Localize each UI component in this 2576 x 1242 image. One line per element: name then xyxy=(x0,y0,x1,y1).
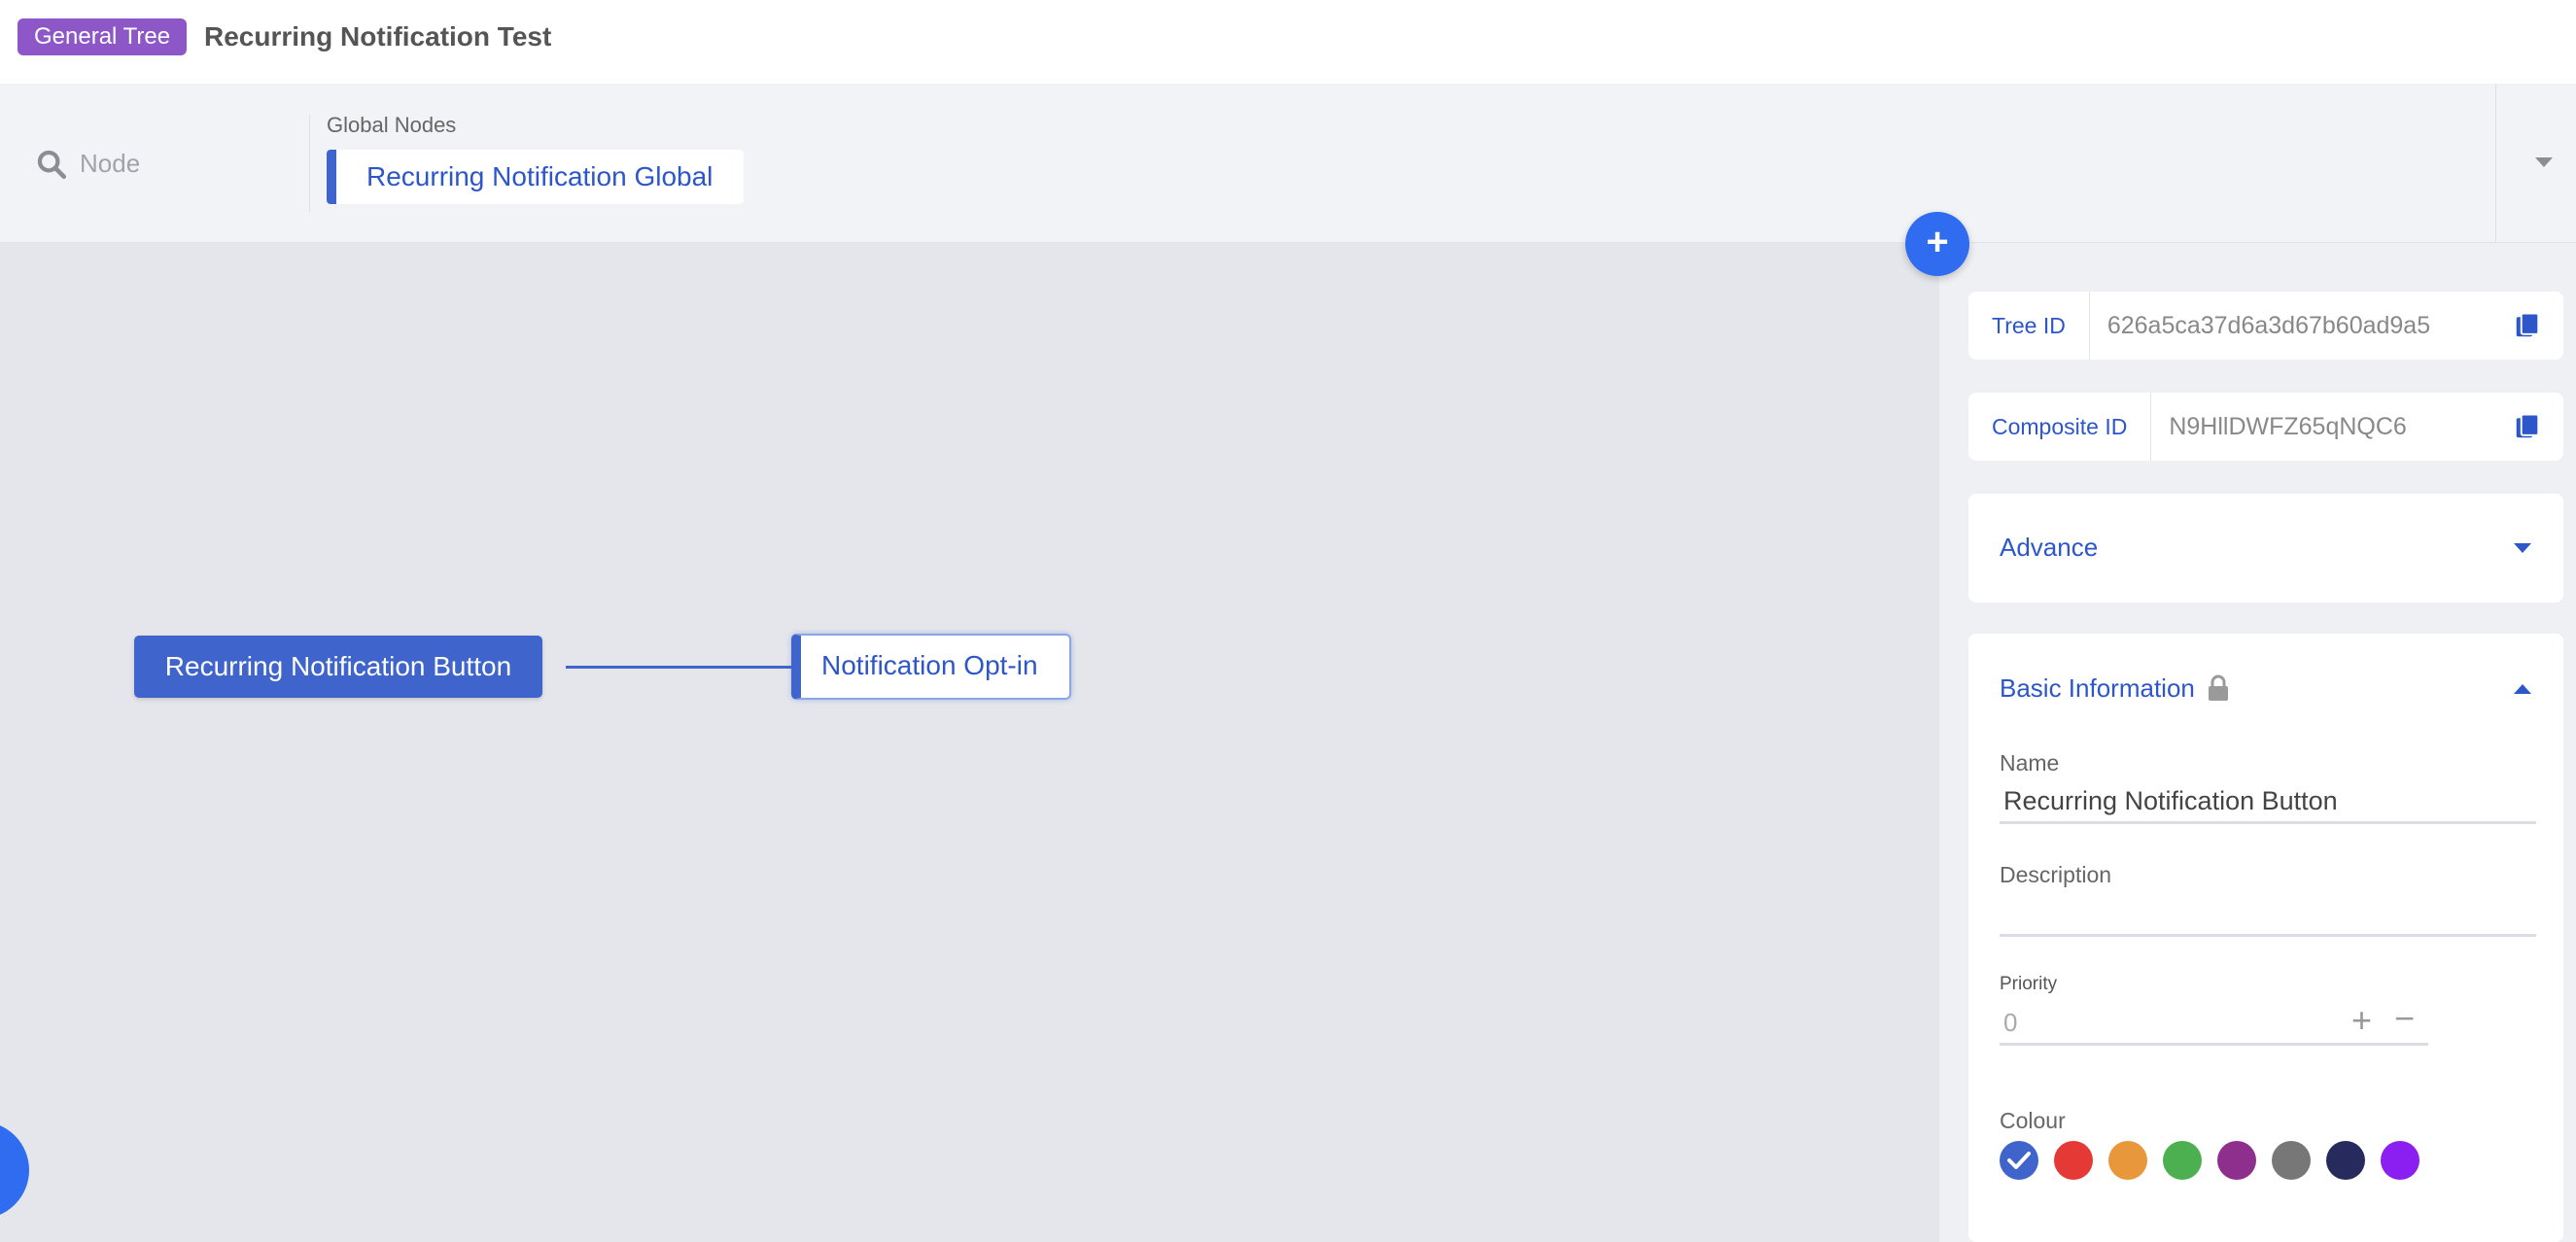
colour-swatch[interactable] xyxy=(2326,1141,2365,1180)
tree-id-field: Tree ID 626a5ca37d6a3d67b60ad9a5 xyxy=(1968,292,2563,360)
advance-section[interactable]: Advance xyxy=(1968,494,2563,603)
chevron-up-icon[interactable] xyxy=(2514,684,2531,694)
colour-swatch[interactable] xyxy=(2000,1141,2038,1180)
tree-canvas[interactable]: Recurring Notification Button Notificati… xyxy=(0,243,1939,1242)
colour-swatch[interactable] xyxy=(2054,1141,2093,1180)
tree-type-badge: General Tree xyxy=(17,18,188,55)
chevron-down-icon[interactable] xyxy=(2514,543,2531,553)
node-toolbar: Global Nodes Recurring Notification Glob… xyxy=(0,84,2576,243)
tree-id-value: 626a5ca37d6a3d67b60ad9a5 xyxy=(2106,311,2431,339)
copy-icon[interactable] xyxy=(2513,412,2542,441)
colour-picker xyxy=(2000,1141,2419,1180)
divider xyxy=(2495,84,2496,243)
colour-swatch[interactable] xyxy=(2163,1141,2202,1180)
description-label: Description xyxy=(2000,862,2112,887)
node-connector xyxy=(566,666,793,669)
colour-label: Colour xyxy=(2000,1108,2066,1133)
tree-title: Recurring Notification Test xyxy=(204,21,552,52)
lock-icon xyxy=(2209,674,2228,701)
priority-label: Priority xyxy=(2000,974,2058,994)
name-field[interactable] xyxy=(2000,781,2536,824)
node-search-input[interactable] xyxy=(80,144,294,183)
colour-swatch[interactable] xyxy=(2381,1141,2419,1180)
tree-node-root[interactable]: Recurring Notification Button xyxy=(134,636,542,698)
composite-id-value: N9HllDWFZ65qNQC6 xyxy=(2169,412,2407,440)
corner-action-button[interactable] xyxy=(0,1121,29,1219)
composite-id-field: Composite ID N9HllDWFZ65qNQC6 xyxy=(1968,393,2563,461)
checkmark-icon xyxy=(2007,1152,2031,1169)
copy-icon[interactable] xyxy=(2513,311,2542,340)
tree-node-child[interactable]: Notification Opt-in xyxy=(791,634,1071,700)
global-node-item[interactable]: Recurring Notification Global xyxy=(327,150,745,204)
search-icon xyxy=(37,150,67,180)
priority-increment-button[interactable]: + xyxy=(2351,1003,2372,1038)
advance-title: Advance xyxy=(2000,533,2099,562)
colour-swatch[interactable] xyxy=(2108,1141,2147,1180)
description-field[interactable] xyxy=(2000,894,2536,937)
caret-down-icon[interactable] xyxy=(2535,157,2553,167)
tree-id-label: Tree ID xyxy=(1968,292,2090,360)
priority-decrement-button[interactable]: − xyxy=(2394,1001,2415,1036)
colour-swatch[interactable] xyxy=(2217,1141,2256,1180)
basic-information-section: Basic Information Name Description Prior… xyxy=(1968,634,2563,1242)
divider xyxy=(309,115,310,212)
top-header: General Tree Recurring Notification Test xyxy=(0,0,2576,84)
basic-information-title: Basic Information xyxy=(2000,673,2195,703)
properties-panel: Tree ID 626a5ca37d6a3d67b60ad9a5 Composi… xyxy=(1939,243,2576,1242)
add-node-button[interactable]: + xyxy=(1905,212,1969,276)
composite-id-label: Composite ID xyxy=(1968,393,2152,461)
name-label: Name xyxy=(2000,750,2060,776)
colour-swatch[interactable] xyxy=(2272,1141,2311,1180)
global-nodes-label: Global Nodes xyxy=(327,113,457,137)
